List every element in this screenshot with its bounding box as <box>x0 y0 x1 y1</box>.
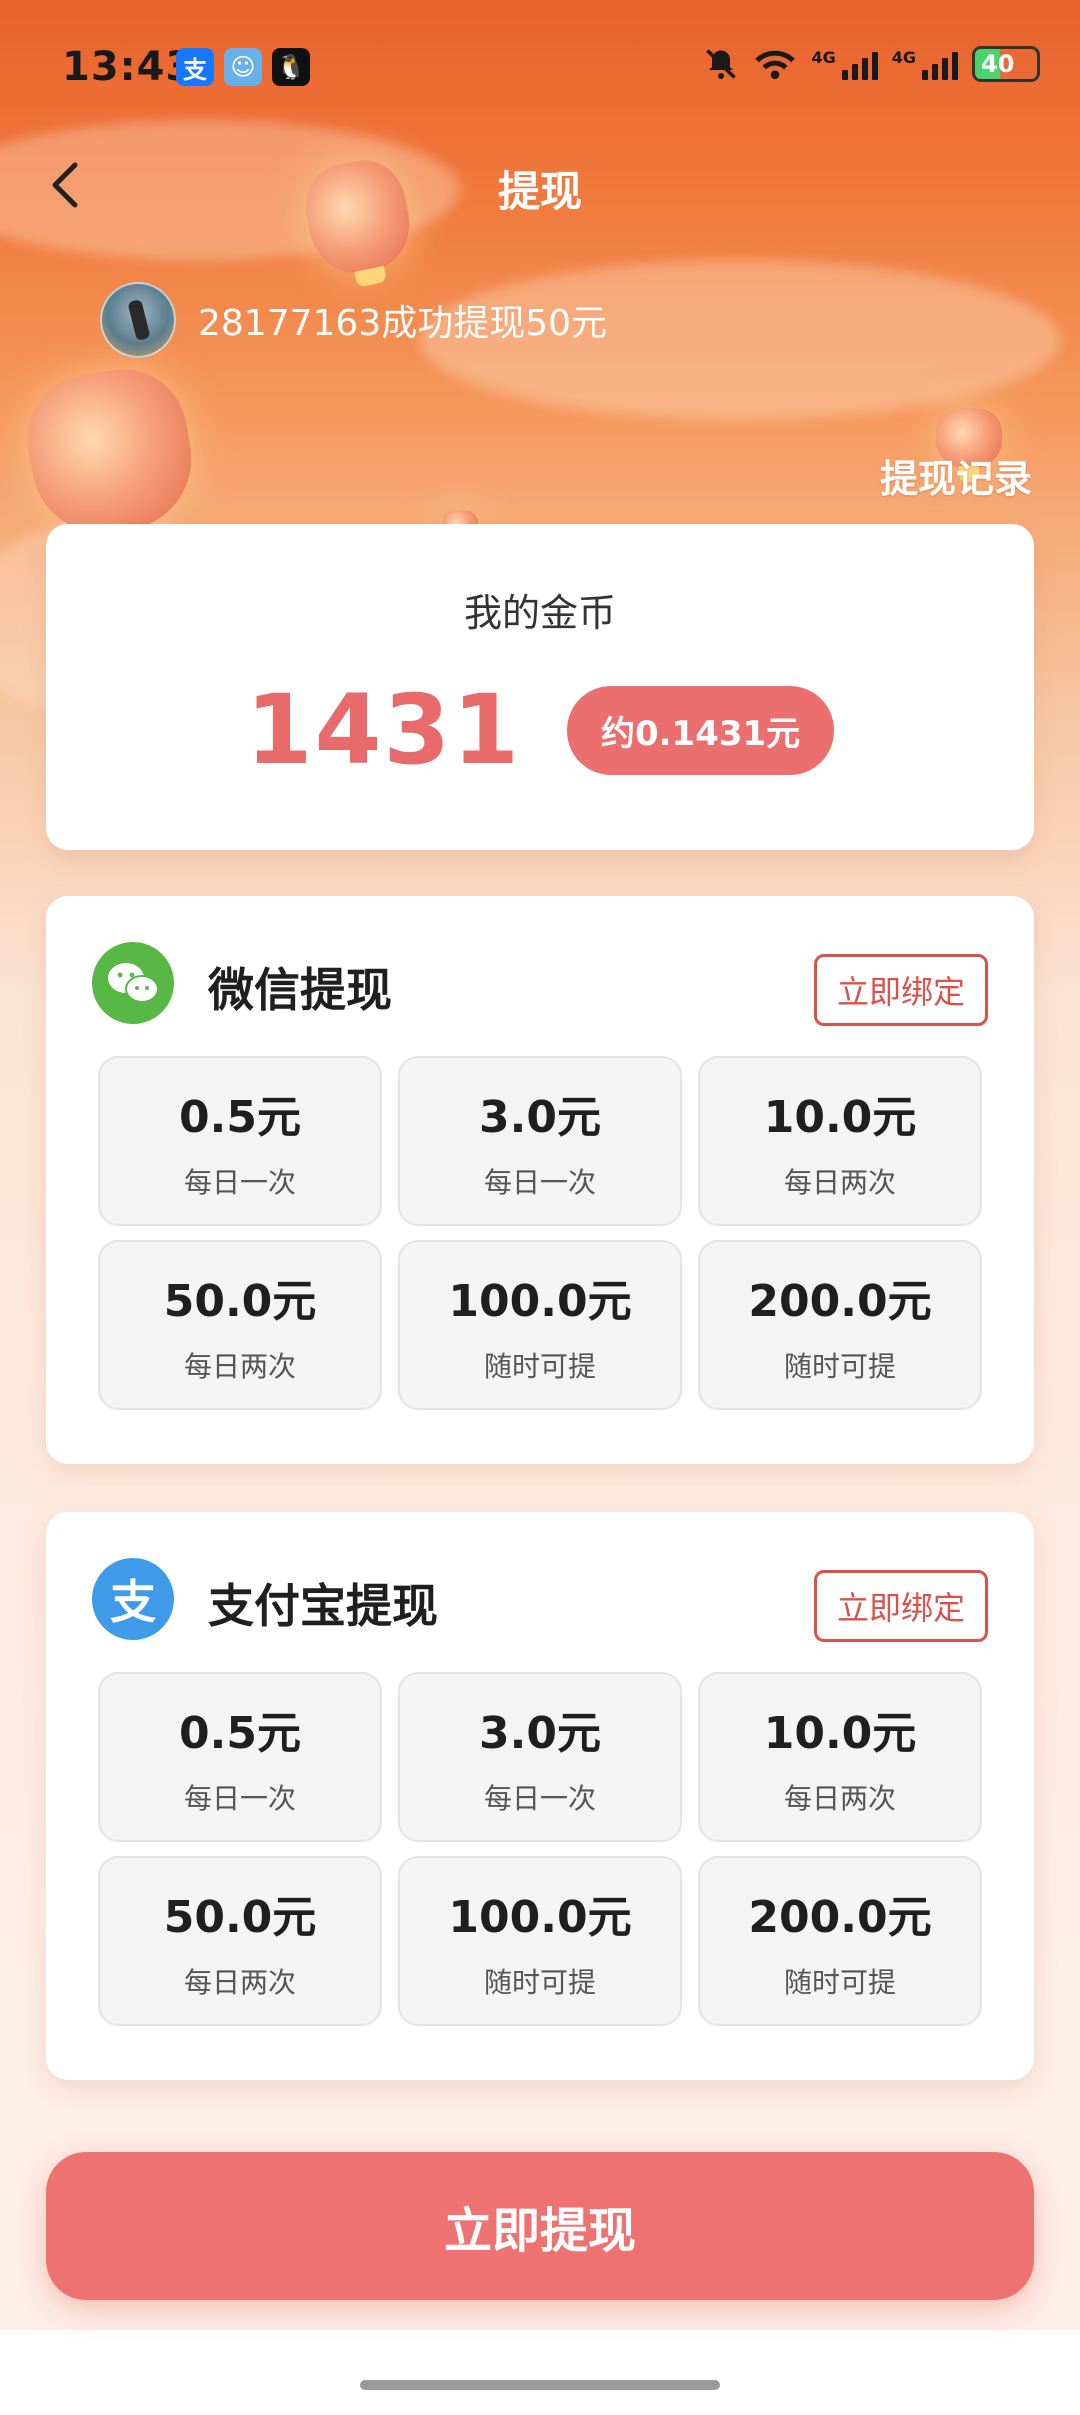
page-title: 提现 <box>497 167 582 216</box>
coin-approx-badge: 约0.1431元 <box>566 685 835 775</box>
alipay-logo-icon: 支 <box>92 1558 174 1640</box>
amount-value: 0.5元 <box>179 1708 301 1759</box>
amount-frequency: 随时可提 <box>783 1966 896 1999</box>
amount-frequency: 每日一次 <box>483 1782 596 1815</box>
home-indicator[interactable] <box>360 2380 720 2390</box>
amount-frequency: 每日两次 <box>783 1166 896 1199</box>
wechat-amount-grid: 0.5元 每日一次 3.0元 每日一次 10.0元 每日两次 50.0元 每日两次 10… <box>98 1056 982 1410</box>
amount-value: 50.0元 <box>163 1892 317 1943</box>
amount-frequency: 每日两次 <box>183 1966 296 1999</box>
amount-frequency: 每日两次 <box>783 1782 896 1815</box>
qq-icon: 🐧 <box>272 48 310 86</box>
amount-value: 100.0元 <box>448 1276 632 1327</box>
amount-frequency: 随时可提 <box>483 1350 596 1383</box>
wifi-icon <box>755 50 796 80</box>
amount-value: 0.5元 <box>179 1092 301 1143</box>
amount-frequency: 随时可提 <box>783 1350 896 1383</box>
amount-option[interactable]: 10.0元每日两次 <box>698 1672 982 1842</box>
amount-option[interactable]: 3.0元每日一次 <box>398 1672 682 1842</box>
status-bar: 13:43 支 ☺ 🐧 4G 4G 40 <box>0 0 1080 135</box>
mute-bell-icon <box>706 49 737 79</box>
amount-value: 200.0元 <box>748 1276 932 1327</box>
wechat-icon <box>92 942 174 1024</box>
amount-value: 100.0元 <box>448 1892 632 1943</box>
alipay-withdraw-title: 支付宝提现 <box>208 1579 438 1633</box>
amount-value: 3.0元 <box>479 1092 601 1143</box>
amount-value: 200.0元 <box>748 1892 932 1943</box>
battery-icon: 40 <box>972 46 1040 82</box>
avatar <box>100 282 176 358</box>
app-avatar-icon: ☺ <box>224 48 262 86</box>
withdraw-record-link[interactable]: 提现记录 <box>880 448 1032 503</box>
amount-frequency: 每日两次 <box>183 1350 296 1383</box>
amount-value: 10.0元 <box>763 1092 917 1143</box>
amount-option[interactable]: 50.0元每日两次 <box>98 1240 382 1410</box>
signal-icon: 4G <box>811 48 878 80</box>
amount-value: 50.0元 <box>163 1276 317 1327</box>
wechat-withdraw-title: 微信提现 <box>208 963 392 1017</box>
coin-value: 1431 <box>245 674 521 786</box>
amount-option[interactable]: 10.0元每日两次 <box>698 1056 982 1226</box>
signal-icon: 4G <box>892 48 958 80</box>
alipay-bind-button[interactable]: 立即绑定 <box>813 1570 988 1642</box>
amount-value: 10.0元 <box>763 1708 917 1759</box>
amount-option[interactable]: 200.0元随时可提 <box>698 1240 982 1410</box>
coin-balance-card: 我的金币 1431 约0.1431元 <box>46 524 1034 850</box>
alipay-withdraw-card: 支 支付宝提现 立即绑定 0.5元每日一次 3.0元每日一次 10.0元每日两次… <box>46 1512 1034 2080</box>
amount-frequency: 随时可提 <box>483 1966 596 1999</box>
amount-option[interactable]: 0.5元每日一次 <box>98 1056 382 1226</box>
amount-option[interactable]: 200.0元随时可提 <box>698 1856 982 2026</box>
withdraw-ticker: 28177163成功提现50元 <box>100 282 607 358</box>
withdraw-now-button[interactable]: 立即提现 <box>46 2152 1034 2300</box>
amount-option[interactable]: 50.0元每日两次 <box>98 1856 382 2026</box>
amount-frequency: 每日一次 <box>483 1166 596 1199</box>
alipay-logo-glyph: 支 <box>110 1575 156 1629</box>
amount-frequency: 每日一次 <box>183 1782 296 1815</box>
status-right-icons: 4G 4G 40 <box>703 46 1040 82</box>
wechat-withdraw-card: 微信提现 立即绑定 0.5元每日一次 3.0元每日一次 10.0元每日两次 50… <box>46 896 1034 1464</box>
ticker-text: 28177163成功提现50元 <box>198 303 608 344</box>
alipay-icon: 支 <box>176 48 214 86</box>
status-time: 13:43 <box>62 44 195 90</box>
amount-value: 3.0元 <box>479 1708 601 1759</box>
amount-option[interactable]: 100.0元随时可提 <box>398 1240 682 1410</box>
amount-frequency: 每日一次 <box>183 1166 296 1199</box>
coin-label: 我的金币 <box>463 591 616 635</box>
wechat-bind-button[interactable]: 立即绑定 <box>813 954 988 1026</box>
alipay-amount-grid: 0.5元 每日一次 3.0元 每日一次 10.0元 每日两次 50.0元 每日两次 10… <box>98 1672 982 2026</box>
lantern-decoration <box>17 359 203 545</box>
amount-option[interactable]: 0.5元每日一次 <box>98 1672 382 1842</box>
amount-option[interactable]: 100.0元随时可提 <box>398 1856 682 2026</box>
amount-option[interactable]: 3.0元每日一次 <box>398 1056 682 1226</box>
